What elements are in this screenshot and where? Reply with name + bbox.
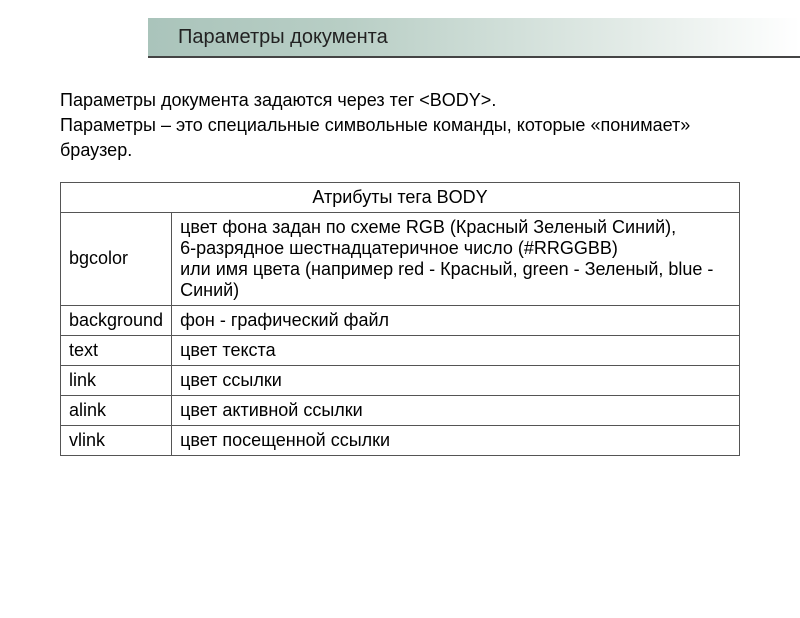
attr-desc: цвет фона задан по схеме RGB (Красный Зе… [172, 212, 740, 305]
table-row: background фон - графический файл [61, 305, 740, 335]
attr-desc: цвет текста [172, 335, 740, 365]
attr-desc: цвет посещенной ссылки [172, 425, 740, 455]
attributes-table: Атрибуты тега BODY bgcolor цвет фона зад… [60, 182, 740, 456]
intro-line1: Параметры документа задаются через тег <… [60, 90, 496, 110]
attr-desc: цвет ссылки [172, 365, 740, 395]
intro-text: Параметры документа задаются через тег <… [60, 88, 750, 164]
attr-name: vlink [61, 425, 172, 455]
table-row: bgcolor цвет фона задан по схеме RGB (Кр… [61, 212, 740, 305]
attr-desc: цвет активной ссылки [172, 395, 740, 425]
attr-name: link [61, 365, 172, 395]
page-title: Параметры документа [178, 26, 388, 49]
attr-desc: фон - графический файл [172, 305, 740, 335]
page-title-bar: Параметры документа [148, 18, 800, 58]
attr-name: text [61, 335, 172, 365]
table-row: alink цвет активной ссылки [61, 395, 740, 425]
attr-name: bgcolor [61, 212, 172, 305]
attr-name: alink [61, 395, 172, 425]
intro-line2: Параметры – это специальные символьные к… [60, 115, 690, 160]
table-row: vlink цвет посещенной ссылки [61, 425, 740, 455]
table-row: link цвет ссылки [61, 365, 740, 395]
table-caption: Атрибуты тега BODY [61, 182, 740, 212]
table-row: text цвет текста [61, 335, 740, 365]
attr-name: background [61, 305, 172, 335]
